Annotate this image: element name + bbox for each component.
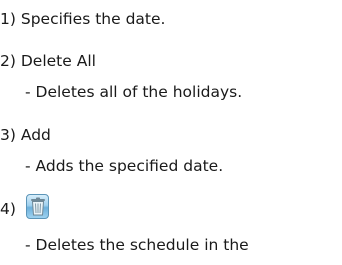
item-number: 2)	[0, 52, 16, 70]
item-description: - Deletes all of the holidays.	[25, 83, 243, 101]
item-title: Specifies the date.	[20, 10, 166, 28]
item-number: 1)	[0, 10, 16, 28]
list-item-2: 2) Delete All	[0, 51, 96, 71]
item-description: - Adds the specified date.	[25, 157, 224, 175]
item-number: 3)	[0, 126, 16, 144]
item-title: Delete All	[20, 52, 96, 70]
item-title: Add	[20, 126, 51, 144]
trash-icon	[26, 194, 49, 219]
item-number: 4)	[0, 200, 16, 218]
list-item-4: 4)	[0, 194, 49, 219]
item-description: - Deletes the schedule in the	[25, 236, 249, 254]
list-item-3: 3) Add	[0, 125, 51, 145]
list-item-1: 1) Specifies the date.	[0, 9, 165, 29]
